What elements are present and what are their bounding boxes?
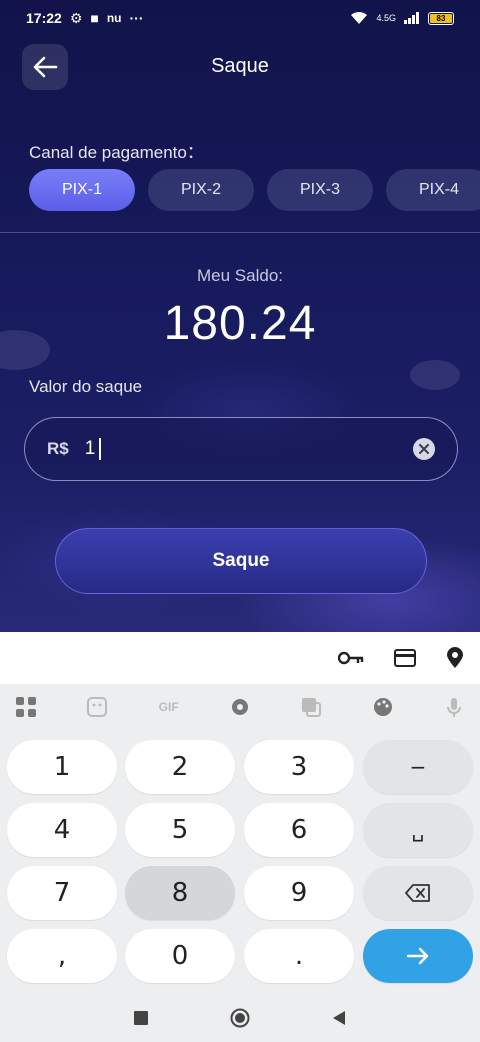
tab-pix-1[interactable]: PIX-1	[29, 169, 135, 211]
payment-channel-label: Canal de pagamento：	[29, 143, 204, 162]
balance-value: 180.24	[163, 297, 317, 350]
key-9[interactable]: 9	[244, 866, 354, 920]
settings-status-icon: ⚙	[69, 9, 83, 26]
key-dot[interactable]: .	[244, 929, 354, 983]
key-0[interactable]: 0	[125, 929, 235, 983]
sticker-icon[interactable]	[85, 695, 109, 719]
keyboard-toolbar: GIF	[0, 684, 480, 730]
balance-label: Meu Saldo:	[197, 266, 283, 285]
translate-icon[interactable]	[299, 695, 323, 719]
key-1[interactable]: 1	[7, 740, 117, 794]
enter-key[interactable]	[363, 929, 473, 983]
key-space[interactable]: ␣	[363, 803, 473, 857]
battery-icon: 83	[428, 11, 454, 25]
video-status-icon: ■	[90, 10, 99, 26]
key-7[interactable]: 7	[7, 866, 117, 920]
tab-pix-4[interactable]: PIX-4	[386, 169, 480, 211]
status-bar: 17:22 ⚙ ■ nu ··· 4.5G 83	[0, 0, 480, 36]
arrow-right-icon	[406, 947, 429, 965]
close-icon	[419, 444, 429, 454]
key-icon[interactable]	[338, 651, 364, 665]
key-8[interactable]: 8	[125, 866, 235, 920]
gif-icon[interactable]: GIF	[157, 695, 181, 719]
system-nav-bar	[0, 994, 480, 1042]
amount-value: 1	[84, 438, 96, 459]
status-time: 17:22	[26, 10, 62, 26]
payment-channel-tabs: PIX-1 PIX-2 PIX-3 PIX-4	[29, 169, 480, 211]
key-3[interactable]: 3	[244, 740, 354, 794]
signal-icon	[404, 12, 419, 24]
backspace-icon	[405, 884, 430, 902]
back-nav-icon[interactable]	[332, 1010, 346, 1026]
keyboard-suggestion-bar	[0, 632, 480, 684]
key-comma[interactable]: ,	[7, 929, 117, 983]
gif-label: GIF	[158, 700, 179, 714]
wifi-icon	[351, 11, 368, 24]
withdraw-amount-label: Valor do saque	[29, 377, 143, 396]
apps-grid-icon[interactable]	[14, 695, 38, 719]
clear-input-button[interactable]	[413, 438, 435, 460]
key-5[interactable]: 5	[125, 803, 235, 857]
key-minus[interactable]: −	[363, 740, 473, 794]
more-status-icon: ···	[129, 10, 144, 26]
withdraw-submit-button[interactable]: Saque	[55, 528, 427, 594]
settings-gear-icon[interactable]	[228, 695, 252, 719]
notification-status-icon: nu	[106, 11, 122, 25]
withdraw-screen: 17:22 ⚙ ■ nu ··· 4.5G 83 Saque Canal de …	[0, 0, 480, 632]
recents-icon[interactable]	[134, 1011, 148, 1025]
background-decoration	[410, 360, 460, 390]
divider	[0, 232, 480, 233]
withdraw-amount-input[interactable]: R$ 1	[24, 417, 458, 481]
text-caret	[99, 438, 102, 460]
palette-icon[interactable]	[371, 695, 395, 719]
amount-value-wrapper: 1	[85, 438, 413, 460]
backspace-key[interactable]	[363, 866, 473, 920]
home-icon[interactable]	[230, 1008, 250, 1028]
page-title: Saque	[211, 55, 269, 77]
currency-label: R$	[47, 439, 69, 458]
key-4[interactable]: 4	[7, 803, 117, 857]
tab-pix-3[interactable]: PIX-3	[267, 169, 373, 211]
numeric-keyboard: GIF 1 2 3 − 4 5 6 ␣ 7 8 9 , 0 .	[0, 684, 480, 1042]
battery-level: 83	[430, 13, 452, 23]
key-6[interactable]: 6	[244, 803, 354, 857]
network-label: 4.5G	[376, 13, 396, 23]
tab-pix-2[interactable]: PIX-2	[148, 169, 254, 211]
key-2[interactable]: 2	[125, 740, 235, 794]
microphone-icon[interactable]	[442, 695, 466, 719]
location-pin-icon[interactable]	[446, 647, 464, 669]
card-icon[interactable]	[394, 649, 416, 667]
